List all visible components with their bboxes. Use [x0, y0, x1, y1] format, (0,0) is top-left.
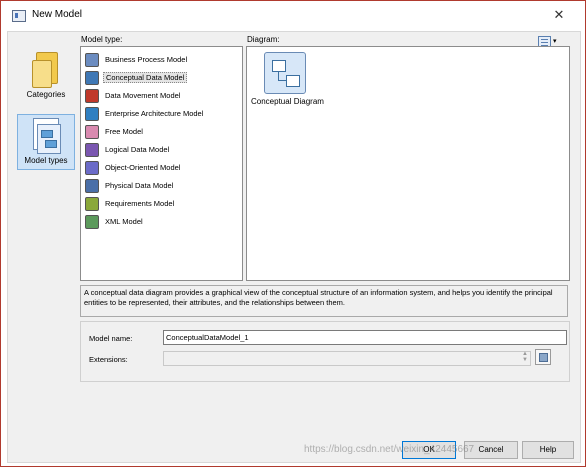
logical-data-model-icon [85, 143, 99, 157]
help-button[interactable]: Help [522, 441, 574, 459]
close-icon[interactable]: ✕ [549, 7, 569, 23]
diagram-heading: Diagram: [247, 35, 280, 44]
model-type-label: Enterprise Architecture Model [105, 109, 204, 118]
model-type-list[interactable]: Business Process Model Conceptual Data Mo… [80, 46, 243, 281]
category-label: Categories [26, 90, 66, 99]
dialog-body: Categories Model types Model type: Busin… [7, 31, 581, 463]
categories-icon [32, 52, 60, 88]
business-process-model-icon [85, 53, 99, 67]
conceptual-diagram-icon [264, 52, 306, 94]
title-bar: New Model ✕ [1, 1, 585, 31]
model-name-input[interactable] [163, 330, 567, 345]
diagram-item-label: Conceptual Diagram [251, 97, 324, 106]
extensions-label: Extensions: [89, 355, 128, 364]
extensions-field [163, 351, 531, 366]
model-type-label: XML Model [105, 217, 143, 226]
model-type-item[interactable]: Free Model [81, 123, 242, 141]
model-type-item[interactable]: Business Process Model [81, 51, 242, 69]
model-type-label: Physical Data Model [105, 181, 174, 190]
window-title: New Model [32, 9, 83, 20]
free-model-icon [85, 125, 99, 139]
spinner-icon: ▲ ▼ [522, 351, 528, 363]
app-icon [12, 10, 26, 22]
model-type-label: Conceptual Data Model [103, 72, 188, 83]
model-type-heading: Model type: [81, 35, 123, 44]
conceptual-data-model-icon [85, 71, 99, 85]
diagram-item-conceptual[interactable]: Conceptual Diagram [247, 47, 327, 117]
model-type-label: Business Process Model [105, 55, 188, 64]
new-model-dialog: New Model ✕ Categories Model types Model… [0, 0, 586, 467]
model-type-item[interactable]: XML Model [81, 213, 242, 231]
model-type-label: Data Movement Model [105, 91, 181, 100]
xml-model-icon [85, 215, 99, 229]
data-movement-model-icon [85, 89, 99, 103]
model-type-item[interactable]: Object-Oriented Model [81, 159, 242, 177]
extensions-select-button[interactable] [535, 349, 551, 365]
physical-data-model-icon [85, 179, 99, 193]
category-label: Model types [24, 156, 68, 165]
model-type-label: Logical Data Model [105, 145, 170, 154]
category-model-types[interactable]: Model types [17, 114, 75, 170]
diagram-list[interactable]: Conceptual Diagram [246, 46, 570, 281]
enterprise-architecture-model-icon [85, 107, 99, 121]
model-type-item[interactable]: Requirements Model [81, 195, 242, 213]
chevron-down-icon: ▾ [553, 38, 557, 45]
model-type-item[interactable]: Enterprise Architecture Model [81, 105, 242, 123]
model-type-label: Object-Oriented Model [105, 163, 181, 172]
model-type-item[interactable]: Physical Data Model [81, 177, 242, 195]
model-types-icon [31, 118, 61, 154]
requirements-model-icon [85, 197, 99, 211]
model-type-label: Free Model [105, 127, 143, 136]
description-box: A conceptual data diagram provides a gra… [80, 285, 568, 317]
model-type-label: Requirements Model [105, 199, 175, 208]
model-type-item[interactable]: Data Movement Model [81, 87, 242, 105]
object-oriented-model-icon [85, 161, 99, 175]
category-categories[interactable]: Categories [18, 52, 74, 99]
model-form: Model name: Extensions: ▲▼ [80, 321, 570, 382]
model-type-item[interactable]: Logical Data Model [81, 141, 242, 159]
model-type-item[interactable]: Conceptual Data Model [81, 69, 242, 87]
watermark: https://blog.csdn.net/weixin_42445667 [304, 444, 475, 455]
model-name-label: Model name: [89, 334, 133, 343]
